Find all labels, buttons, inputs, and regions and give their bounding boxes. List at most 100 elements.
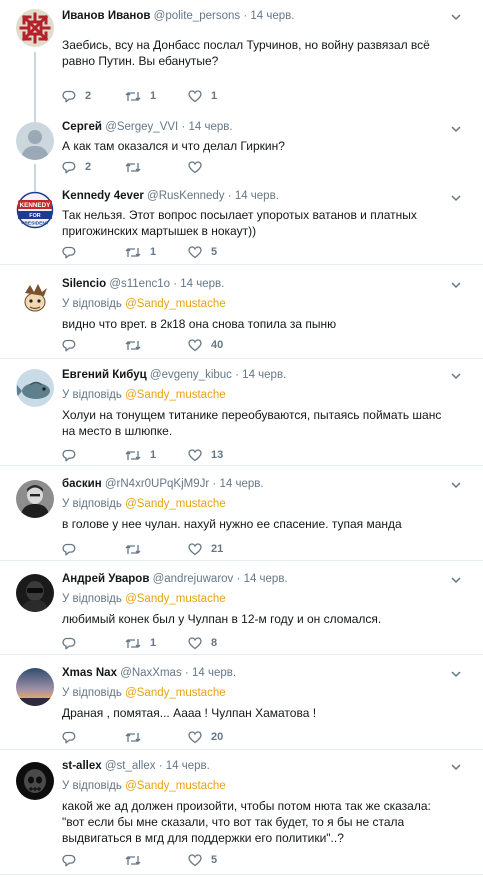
like-action[interactable]: 13: [188, 448, 251, 462]
display-name[interactable]: Иванов Иванов: [62, 10, 150, 22]
user-handle[interactable]: @Sergey_VVI: [105, 121, 178, 133]
tweet[interactable]: Иванов Иванов @polite_persons · 14 черв.…: [0, 0, 483, 114]
timestamp[interactable]: 14 черв.: [192, 667, 236, 679]
mention-link[interactable]: @Sandy_mustache: [125, 593, 226, 605]
tweet[interactable]: Евгений Кибуц @evgeny_kibuc · 14 черв. У…: [0, 359, 483, 466]
reply-action[interactable]: [62, 637, 125, 650]
timestamp[interactable]: 14 черв.: [180, 278, 224, 290]
avatar[interactable]: [16, 122, 54, 160]
like-count: 21: [211, 543, 224, 555]
reply-action[interactable]: [62, 854, 125, 867]
display-name[interactable]: Silencio: [62, 278, 106, 290]
like-action[interactable]: 20: [188, 730, 251, 744]
display-name[interactable]: Сергей: [62, 121, 102, 133]
tweet[interactable]: st-allex @st_allex · 14 черв. У відповід…: [0, 750, 483, 875]
like-action[interactable]: 40: [188, 338, 251, 352]
timestamp[interactable]: 14 черв.: [219, 478, 263, 490]
avatar[interactable]: [16, 668, 54, 706]
display-name[interactable]: Kennedy 4ever: [62, 190, 144, 202]
chevron-down-icon[interactable]: [449, 369, 463, 383]
display-name[interactable]: Xmas Nax: [62, 667, 117, 679]
reply-action[interactable]: [62, 449, 125, 462]
chevron-down-icon[interactable]: [449, 478, 463, 492]
like-action[interactable]: 1: [188, 89, 251, 103]
like-action[interactable]: 21: [188, 542, 251, 556]
user-handle[interactable]: @NaxXmas: [120, 667, 182, 679]
chevron-down-icon[interactable]: [449, 122, 463, 136]
reply-action[interactable]: [62, 246, 125, 259]
chevron-down-icon[interactable]: [449, 667, 463, 681]
retweet-action[interactable]: [125, 854, 188, 867]
tweet[interactable]: Андрей Уваров @andrejuwarov · 14 черв. У…: [0, 561, 483, 655]
avatar[interactable]: [16, 762, 54, 800]
like-action[interactable]: 5: [188, 853, 251, 867]
chevron-down-icon[interactable]: [449, 10, 463, 24]
tweet-text: в голове у нее чулан. нахуй нужно ее спа…: [62, 517, 402, 531]
retweet-action[interactable]: [125, 339, 188, 352]
reply-icon: [62, 854, 76, 866]
user-handle[interactable]: @st_allex: [105, 760, 156, 772]
like-action[interactable]: [188, 160, 251, 174]
tweet-text: Драная , помятая... Аааа ! Чулпан Хамато…: [62, 706, 317, 720]
avatar[interactable]: [16, 9, 54, 47]
retweet-action[interactable]: 1: [125, 449, 188, 462]
retweet-icon: [125, 544, 141, 554]
avatar[interactable]: [16, 574, 54, 612]
thread-line: [34, 164, 36, 187]
user-handle[interactable]: @RusKennedy: [147, 190, 225, 202]
reply-action[interactable]: [62, 543, 125, 556]
chevron-down-icon[interactable]: [449, 191, 463, 205]
user-handle[interactable]: @polite_persons: [154, 10, 240, 22]
reply-action[interactable]: [62, 731, 125, 744]
mention-link[interactable]: @Sandy_mustache: [125, 498, 226, 510]
tweet[interactable]: Xmas Nax @NaxXmas · 14 черв. У відповідь…: [0, 655, 483, 750]
retweet-action[interactable]: [125, 161, 188, 174]
user-handle[interactable]: @s11enc1o: [109, 278, 170, 290]
tweet[interactable]: Сергей @Sergey_VVI · 14 черв. А как там …: [0, 112, 483, 187]
tweet[interactable]: Silencio @s11enc1o · 14 черв. У відповід…: [0, 265, 483, 359]
retweet-action[interactable]: 1: [125, 246, 188, 259]
chevron-down-icon[interactable]: [449, 573, 463, 587]
avatar[interactable]: [16, 369, 54, 407]
reply-action[interactable]: 2: [62, 90, 125, 103]
kennedy-badge-avatar[interactable]: KENNEDY FOR PRESIDENT: [16, 191, 54, 229]
display-name[interactable]: баскин: [62, 478, 102, 490]
timestamp[interactable]: 14 черв.: [244, 573, 288, 585]
timestamp[interactable]: 14 черв.: [235, 190, 279, 202]
chevron-down-icon[interactable]: [449, 760, 463, 774]
separator-dot: ·: [181, 121, 186, 133]
user-handle[interactable]: @andrejuwarov: [153, 573, 234, 585]
timestamp[interactable]: 14 черв.: [250, 10, 294, 22]
timestamp[interactable]: 14 черв.: [188, 121, 232, 133]
retweet-action[interactable]: 1: [125, 637, 188, 650]
timestamp[interactable]: 14 черв.: [242, 369, 286, 381]
like-action[interactable]: 5: [188, 245, 251, 259]
user-handle[interactable]: @evgeny_kibuc: [150, 369, 232, 381]
thread-line: [34, 112, 36, 122]
like-count: 13: [211, 449, 224, 461]
reply-action[interactable]: [62, 339, 125, 352]
display-name[interactable]: Евгений Кибуц: [62, 369, 147, 381]
avatar[interactable]: [16, 480, 54, 518]
avatar[interactable]: [16, 279, 54, 317]
reply-action[interactable]: 2: [62, 161, 125, 174]
tweet[interactable]: KENNEDY FOR PRESIDENT Kennedy 4ever @Rus…: [0, 185, 483, 265]
like-action[interactable]: 8: [188, 636, 251, 650]
user-handle[interactable]: @rN4xr0UPqKjM9Jr: [105, 478, 209, 490]
tweet-actions: 1 13: [62, 447, 251, 463]
chevron-down-icon[interactable]: [449, 278, 463, 292]
mention-link[interactable]: @Sandy_mustache: [125, 298, 226, 310]
mention-link[interactable]: @Sandy_mustache: [125, 687, 226, 699]
retweet-count: 1: [150, 637, 157, 649]
mention-link[interactable]: @Sandy_mustache: [125, 780, 226, 792]
mention-link[interactable]: @Sandy_mustache: [125, 389, 226, 401]
retweet-action[interactable]: 1: [125, 90, 188, 103]
display-name[interactable]: Андрей Уваров: [62, 573, 149, 585]
retweet-action[interactable]: [125, 543, 188, 556]
timestamp[interactable]: 14 черв.: [166, 760, 210, 772]
display-name[interactable]: st-allex: [62, 760, 102, 772]
tweet[interactable]: баскин @rN4xr0UPqKjM9Jr · 14 черв. У від…: [0, 466, 483, 561]
heart-icon: [188, 245, 202, 258]
replying-to: У відповідь @Sandy_mustache: [62, 686, 443, 700]
retweet-action[interactable]: [125, 731, 188, 744]
